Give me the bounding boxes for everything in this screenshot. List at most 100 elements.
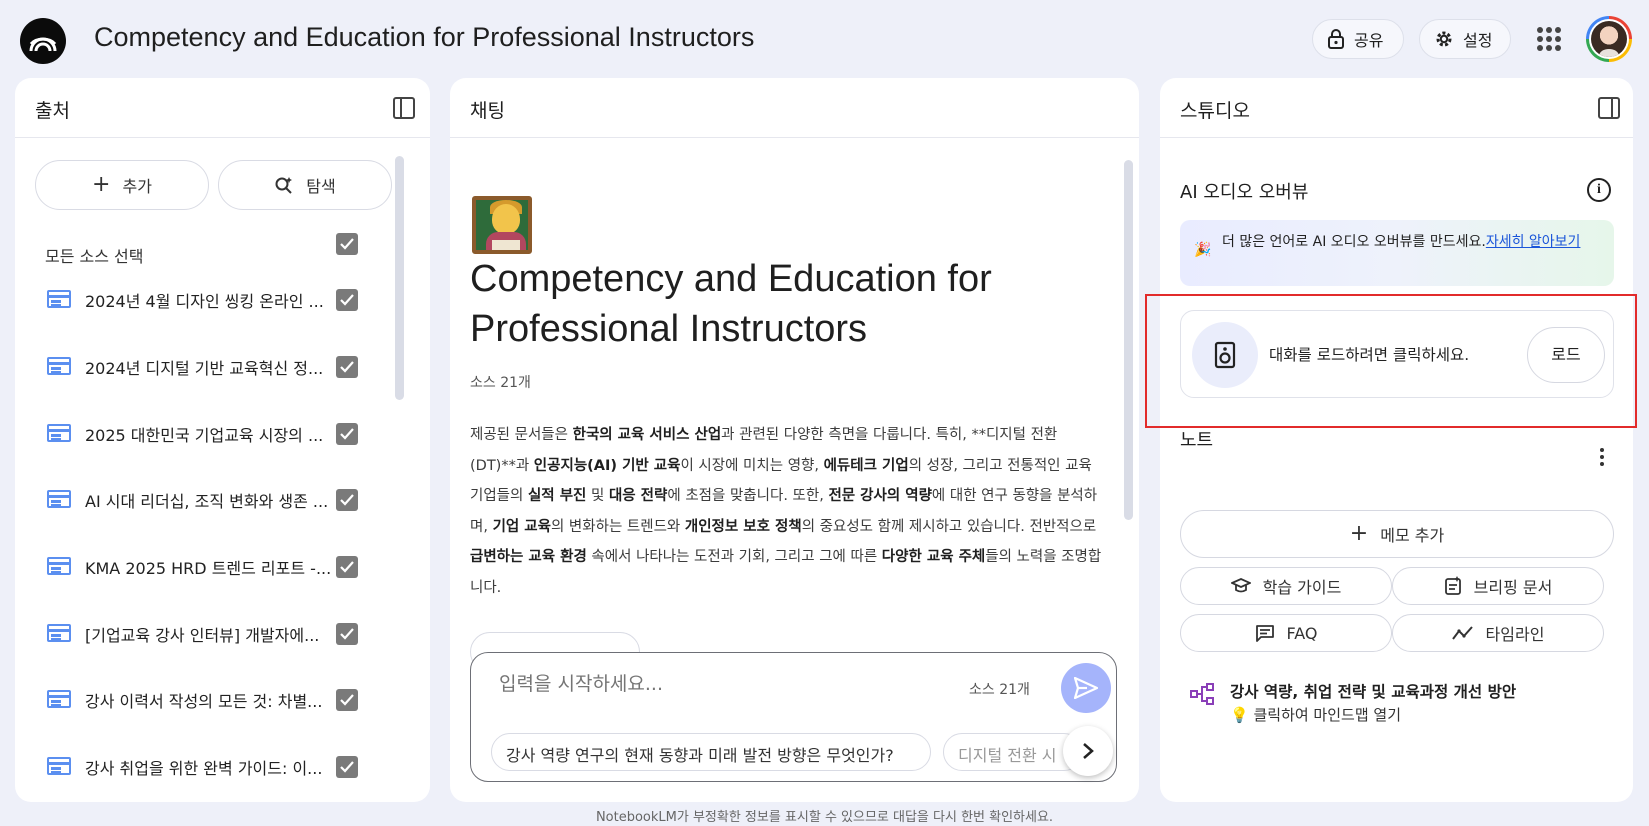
summary-highlight: 인공지능(AI) 기반 교육 <box>533 457 681 474</box>
source-item[interactable]: KMA 2025 HRD 트렌드 리포트 -... <box>45 551 375 581</box>
lock-icon <box>1328 29 1344 49</box>
share-label: 공유 <box>1354 31 1384 50</box>
audio-language-banner: 🎉 더 많은 언어로 AI 오디오 오버뷰를 만드세요.자세히 알아보기 <box>1180 220 1614 286</box>
source-checkbox[interactable] <box>336 756 358 778</box>
faq-icon <box>1255 625 1274 642</box>
collapse-panel-icon[interactable] <box>1598 97 1620 119</box>
search-sparkle-icon <box>275 177 293 194</box>
source-item[interactable]: [기업교육 강사 인터뷰] 개발자에... <box>45 618 375 648</box>
document-icon <box>47 424 71 442</box>
notebook-summary: 제공된 문서들은 한국의 교육 서비스 산업과 관련된 다양한 측면을 다룹니다… <box>470 420 1102 603</box>
notebook-title[interactable]: Competency and Education for Professiona… <box>94 22 754 53</box>
suggestion-chip[interactable]: 디지털 전환 시 <box>943 733 1083 771</box>
summary-text: 제공된 문서들은 <box>470 427 573 443</box>
mindmap-open-label: 클릭하여 마인드맵 열기 <box>1253 706 1402 724</box>
teacher-emoji-icon <box>472 196 532 254</box>
chat-title: 채팅 <box>470 100 505 122</box>
sources-panel: 출처 + 추가 탐색 모든 소스 선택 2024년 4월 디자인 씽킹 온라인 … <box>15 78 430 802</box>
source-checkbox[interactable] <box>336 423 358 445</box>
mindmap-title[interactable]: 강사 역량, 취업 전략 및 교육과정 개선 방안 <box>1230 680 1516 702</box>
source-item[interactable]: 2025 대한민국 기업교육 시장의 ... <box>45 418 375 448</box>
collapse-panel-icon[interactable] <box>393 97 415 119</box>
highlight-annotation <box>1145 294 1637 428</box>
add-memo-label: 메모 추가 <box>1380 526 1445 545</box>
lightbulb-icon: 💡 <box>1230 706 1249 724</box>
banner-message: 더 많은 언어로 AI 오디오 오버뷰를 만드세요. <box>1222 234 1486 250</box>
studio-panel: 스튜디오 AI 오디오 오버뷰 i 🎉 더 많은 언어로 AI 오디오 오버뷰를… <box>1160 78 1633 802</box>
send-icon <box>1074 677 1098 699</box>
add-memo-button[interactable]: + 메모 추가 <box>1180 510 1614 558</box>
notebook-heading: Competency and Education for Professiona… <box>470 258 992 350</box>
banner-text: 더 많은 언어로 AI 오디오 오버뷰를 만드세요.자세히 알아보기 <box>1222 232 1592 252</box>
apps-grid-icon[interactable] <box>1537 27 1561 51</box>
user-avatar[interactable] <box>1586 16 1632 62</box>
select-all-checkbox[interactable] <box>336 233 358 255</box>
input-source-count: 소스 21개 <box>969 682 1030 698</box>
summary-text: 에 초점을 맞춥니다. 또한, <box>667 488 829 504</box>
faq-label: FAQ <box>1286 623 1318 643</box>
share-button[interactable]: 공유 <box>1312 19 1404 59</box>
faq-button[interactable]: FAQ <box>1180 614 1392 652</box>
chat-input[interactable] <box>499 673 919 695</box>
briefing-doc-label: 브리핑 문서 <box>1473 578 1553 597</box>
plus-icon: + <box>1349 521 1369 546</box>
plus-icon: + <box>92 172 111 197</box>
document-icon <box>47 490 71 508</box>
briefing-doc-icon <box>1444 576 1461 595</box>
explore-label: 탐색 <box>306 177 336 196</box>
notebooklm-logo-icon[interactable] <box>20 18 66 64</box>
source-label: 강사 취업을 위한 완벽 가이드: 이... <box>85 759 323 778</box>
more-options-icon[interactable] <box>1600 448 1604 468</box>
source-label: AI 시대 리더십, 조직 변화와 생존 ... <box>85 492 329 511</box>
summary-highlight: 급변하는 교육 환경 <box>470 549 587 565</box>
graduation-cap-icon <box>1230 578 1251 593</box>
summary-text: 속에서 나타나는 도전과 기회, 그리고 그에 따른 <box>586 549 882 565</box>
source-checkbox[interactable] <box>336 623 358 645</box>
party-icon: 🎉 <box>1194 242 1212 258</box>
source-count: 소스 21개 <box>470 375 531 391</box>
briefing-doc-button[interactable]: 브리핑 문서 <box>1392 567 1604 605</box>
source-checkbox[interactable] <box>336 556 358 578</box>
explore-sources-button[interactable]: 탐색 <box>218 160 392 210</box>
settings-button[interactable]: 설정 <box>1419 19 1511 59</box>
summary-highlight: 다양한 교육 주체 <box>881 549 986 565</box>
source-item[interactable]: 강사 이력서 작성의 모든 것: 차별... <box>45 684 375 714</box>
sources-scrollbar[interactable] <box>395 156 404 400</box>
source-checkbox[interactable] <box>336 489 358 511</box>
source-item[interactable]: 2024년 4월 디자인 씽킹 온라인 ... <box>45 284 375 314</box>
summary-text: 이 시장에 미치는 영향, <box>680 457 824 474</box>
source-checkbox[interactable] <box>336 356 358 378</box>
summary-highlight: 실적 부진 <box>527 488 587 504</box>
document-icon <box>47 624 71 642</box>
source-label: 강사 이력서 작성의 모든 것: 차별... <box>85 692 323 711</box>
source-checkbox[interactable] <box>336 289 358 311</box>
chat-composer: 소스 21개 강사 역량 연구의 현재 동향과 미래 발전 방향은 무엇인가? … <box>470 652 1117 782</box>
chat-header: 채팅 <box>450 78 1139 138</box>
study-guide-button[interactable]: 학습 가이드 <box>1180 567 1392 605</box>
notes-title: 노트 <box>1180 430 1214 451</box>
timeline-button[interactable]: 타임라인 <box>1392 614 1604 652</box>
source-checkbox[interactable] <box>336 689 358 711</box>
source-item[interactable]: AI 시대 리더십, 조직 변화와 생존 ... <box>45 484 375 514</box>
send-button[interactable] <box>1061 663 1111 713</box>
source-item[interactable]: 강사 취업을 위한 완벽 가이드: 이... <box>45 751 375 781</box>
source-label: [기업교육 강사 인터뷰] 개발자에... <box>85 626 320 645</box>
mindmap-open-hint[interactable]: 💡 클릭하여 마인드맵 열기 <box>1230 704 1401 725</box>
summary-text: 의 변화하는 트렌드와 <box>550 518 685 535</box>
chevron-right-icon <box>1083 743 1094 759</box>
next-suggestions-button[interactable] <box>1063 726 1113 776</box>
suggestion-chip[interactable]: 강사 역량 연구의 현재 동향과 미래 발전 방향은 무엇인가? <box>491 733 931 771</box>
source-label: 2024년 디지털 기반 교육혁신 정... <box>85 359 324 378</box>
learn-more-link[interactable]: 자세히 알아보기 <box>1486 234 1581 250</box>
source-label: KMA 2025 HRD 트렌드 리포트 -... <box>85 559 332 578</box>
studio-header: 스튜디오 <box>1160 78 1633 138</box>
app-header: Competency and Education for Professiona… <box>0 0 1649 78</box>
document-icon <box>47 357 71 375</box>
summary-highlight: 한국의 교육 서비스 산업 <box>572 427 722 443</box>
info-icon[interactable]: i <box>1587 178 1611 202</box>
chat-scrollbar[interactable] <box>1124 160 1133 520</box>
source-item[interactable]: 2024년 디지털 기반 교육혁신 정... <box>45 351 375 381</box>
summary-highlight: 에듀테크 기업 <box>823 457 909 474</box>
add-source-button[interactable]: + 추가 <box>35 160 209 210</box>
document-icon <box>47 757 71 775</box>
